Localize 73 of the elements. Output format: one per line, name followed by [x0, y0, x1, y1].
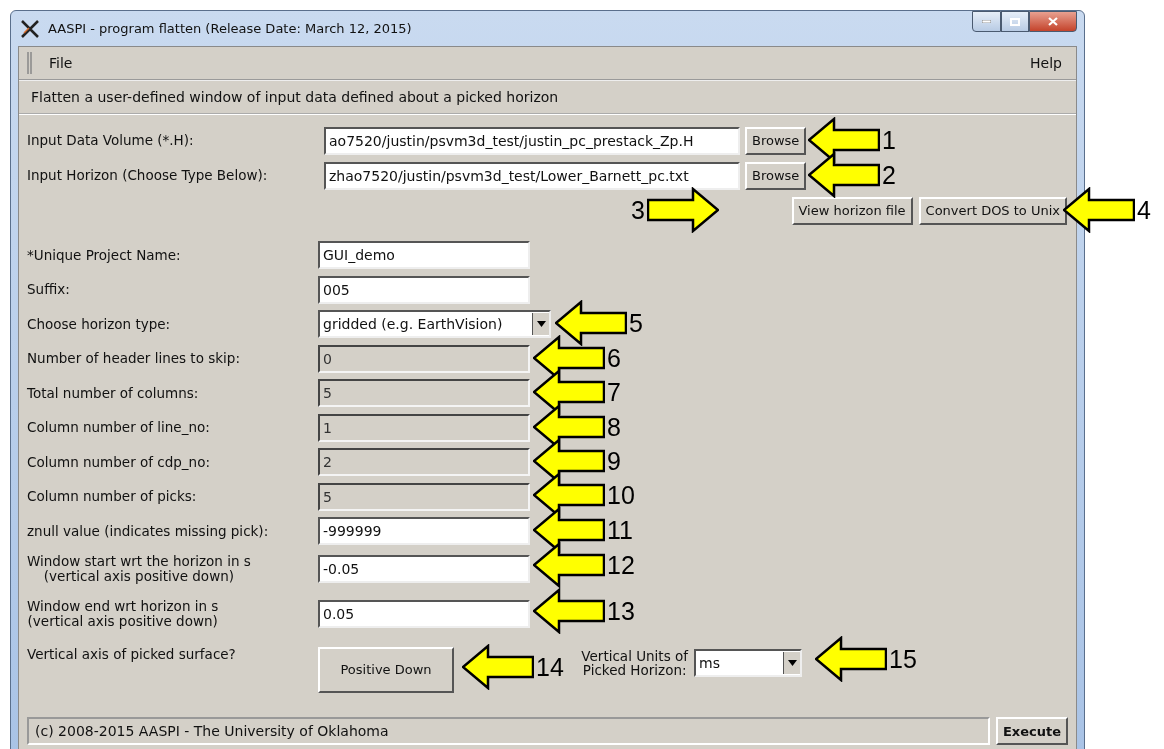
field-label: Input Data Volume (*.H):: [27, 133, 194, 148]
left-arrow-icon: [815, 636, 887, 682]
menu-item[interactable]: Help: [1024, 53, 1068, 73]
left-arrow-icon: [555, 300, 627, 346]
right-arrow-icon: [646, 187, 719, 233]
input-field: 5: [318, 379, 530, 408]
field-label: Vertical Units of Picked Horizon:: [581, 648, 688, 679]
callout-number: 1: [882, 127, 896, 153]
callout-number: 10: [607, 482, 635, 508]
field-label: Column number of cdp_no:: [27, 454, 210, 470]
left-arrow-icon: [1063, 187, 1135, 233]
field-label: Column number of picks:: [27, 489, 197, 505]
close-button[interactable]: [1029, 11, 1077, 32]
field-label: Number of header lines to skip:: [27, 351, 240, 367]
action-button[interactable]: View horizon file: [791, 196, 913, 225]
action-button[interactable]: Convert DOS to Unix: [918, 196, 1067, 225]
input-field[interactable]: GUI_demo: [318, 241, 530, 270]
callout-number: 13: [607, 598, 635, 624]
grip-handle-icon: [27, 52, 33, 74]
input-field: 2: [318, 448, 530, 477]
callout-number: 5: [629, 310, 643, 336]
input-field[interactable]: -999999: [318, 517, 530, 546]
input-field[interactable]: -0.05: [318, 554, 530, 583]
callout-number: 15: [889, 646, 917, 672]
left-arrow-icon: [533, 542, 605, 588]
maximize-button[interactable]: [1001, 11, 1029, 32]
callout-number: 9: [607, 448, 621, 474]
callout-number: 7: [607, 379, 621, 405]
x-logo-icon: [20, 18, 40, 39]
field-label: Total number of columns:: [27, 385, 199, 401]
input-field: 0: [318, 344, 530, 373]
callout-number: 3: [631, 197, 645, 223]
callout-number: 12: [607, 552, 635, 578]
left-arrow-icon: [808, 152, 880, 198]
status-bar: (c) 2008-2015 AASPI - The University of Oklahoma: [27, 717, 990, 745]
callout-number: 6: [607, 345, 621, 371]
field-label: Window end wrt horizon in s (vertical axis positive down): [27, 598, 219, 629]
window-title: AASPI - program flatten (Release Date: March 12, 2015): [48, 21, 412, 36]
field-label: *Unique Project Name:: [27, 247, 181, 263]
description-text: Flatten a user-defined window of input data defined about a picked horizon: [19, 81, 1076, 115]
field-label: znull value (indicates missing pick):: [27, 523, 269, 539]
callout-number: 4: [1137, 197, 1151, 223]
input-field[interactable]: 005: [318, 275, 530, 304]
positive-down-button[interactable]: Positive Down: [318, 646, 454, 693]
menu-item[interactable]: File: [43, 53, 79, 73]
callout-number: 11: [607, 517, 633, 543]
maximize-icon: [1010, 17, 1020, 26]
field-label: Window start wrt the horizon in s (vertical axis positive down): [27, 553, 251, 584]
dropdown-field[interactable]: gridded (e.g. EarthVision): [318, 310, 551, 339]
dropdown-caret-icon: [536, 321, 546, 328]
left-arrow-icon: [533, 588, 605, 634]
field-label: Choose horizon type:: [27, 316, 171, 332]
file-path-field[interactable]: ao7520/justin/psvm3d_test/justin_pc_prestack_Zp.H: [324, 126, 740, 155]
dropdown-caret-icon: [787, 659, 797, 666]
field-label: Suffix:: [27, 282, 70, 298]
file-path-field[interactable]: zhao7520/justin/psvm3d_test/Lower_Barnett_pc.txt: [324, 161, 740, 190]
callout-number: 8: [607, 414, 621, 440]
dropdown-field[interactable]: ms: [694, 648, 802, 677]
left-arrow-icon: [462, 644, 534, 690]
input-field: 1: [318, 413, 530, 442]
input-field[interactable]: 0.05: [318, 599, 530, 628]
minimize-icon: [982, 20, 991, 23]
close-icon: [1048, 17, 1058, 26]
execute-button[interactable]: Execute: [995, 717, 1068, 745]
field-label: Column number of line_no:: [27, 420, 210, 436]
browse-button[interactable]: Browse: [745, 126, 807, 155]
callout-number: 2: [882, 162, 896, 188]
input-field: 5: [318, 482, 530, 511]
callout-number: 14: [536, 654, 564, 680]
browse-button[interactable]: Browse: [745, 161, 807, 190]
minimize-button[interactable]: [972, 11, 1001, 32]
field-label: Input Horizon (Choose Type Below):: [27, 168, 268, 183]
field-label: Vertical axis of picked surface?: [27, 646, 236, 662]
